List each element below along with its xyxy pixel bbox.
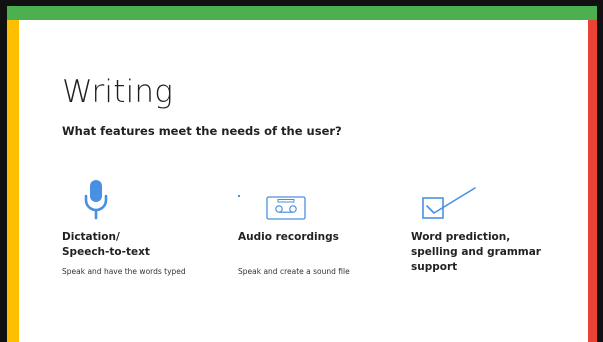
slide: Writing What features meet the needs of …	[0, 0, 603, 342]
feature-audio-recordings: Audio recordings Speak and create a soun…	[238, 178, 378, 277]
left-accent-bar	[7, 20, 19, 342]
feature-title-line: Audio recordings	[238, 231, 339, 243]
top-border	[0, 0, 603, 6]
feature-icon-area	[238, 178, 378, 230]
feature-title-line: Dictation/	[62, 231, 120, 243]
feature-dictation: Dictation/ Speech-to-text Speak and have…	[62, 178, 202, 277]
feature-description: Speak and have the words typed	[62, 267, 186, 276]
feature-title-line: Word prediction,	[411, 231, 511, 243]
feature-description: Speak and create a sound file	[238, 267, 350, 276]
slide-subtitle: What features meet the needs of the user…	[62, 124, 342, 138]
cassette-icon	[266, 196, 306, 220]
feature-word-prediction: Word prediction, spelling and grammar su…	[411, 178, 561, 275]
feature-icon-area	[62, 178, 202, 230]
feature-title-line: Speech-to-text	[62, 246, 150, 258]
feature-title-line: support	[411, 261, 458, 273]
feature-icon-area	[411, 178, 561, 230]
right-accent-bar	[588, 20, 597, 342]
checkbox-icon	[422, 187, 476, 219]
microphone-icon	[84, 180, 108, 220]
left-border	[0, 0, 7, 342]
right-border	[597, 0, 603, 342]
slide-title: Writing	[62, 74, 174, 110]
feature-title-line: spelling and grammar	[411, 246, 541, 258]
